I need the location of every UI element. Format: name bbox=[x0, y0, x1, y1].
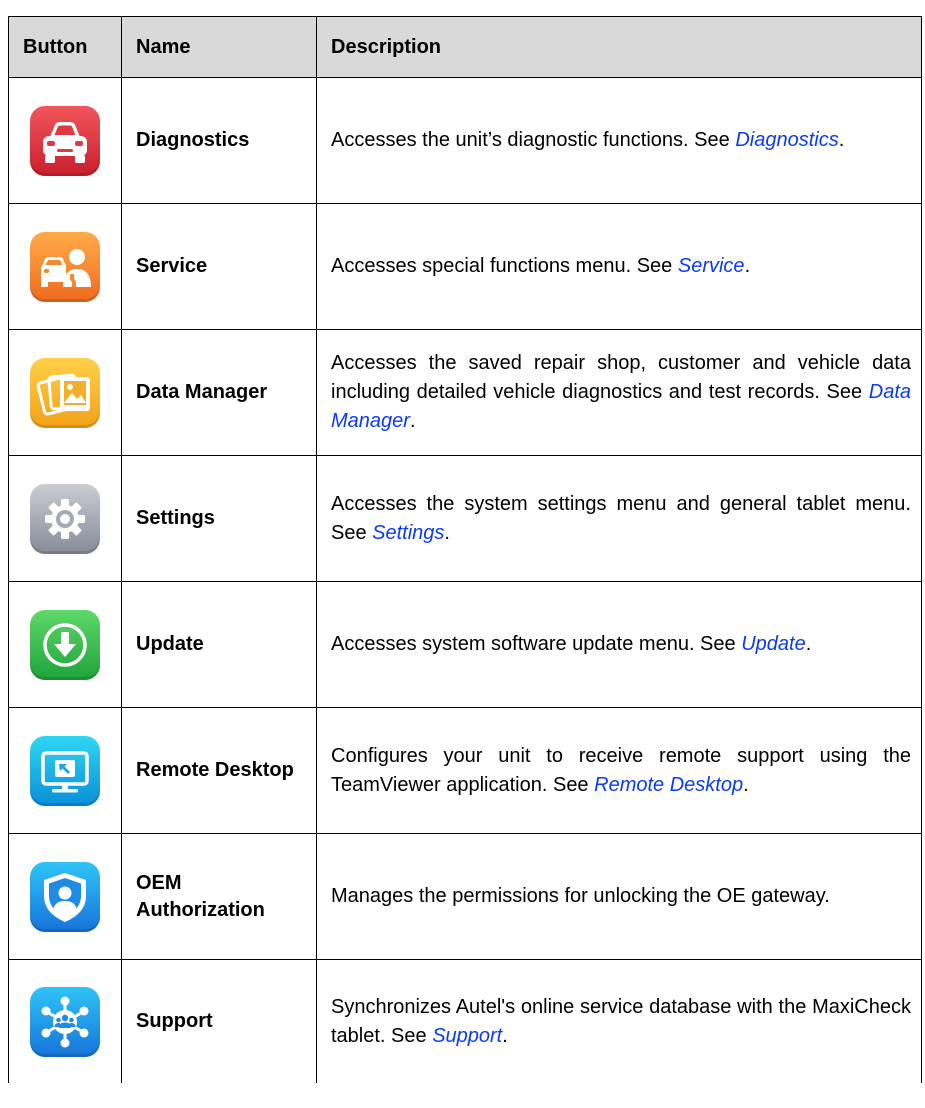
photo-files-icon[interactable] bbox=[30, 357, 100, 428]
settings-link[interactable]: Settings bbox=[372, 522, 444, 544]
row-description: Accesses the system settings menu and ge… bbox=[316, 455, 922, 582]
row-description: Manages the permissions for unlocking th… bbox=[316, 833, 922, 960]
table-row: Data Manager Accesses the saved repair s… bbox=[8, 329, 922, 456]
row-description: Accesses special functions menu. See Ser… bbox=[316, 203, 922, 330]
table-row: Service Accesses special functions menu.… bbox=[8, 203, 922, 330]
update-link[interactable]: Update bbox=[741, 633, 806, 655]
row-description: Accesses the unit’s diagnostic functions… bbox=[316, 77, 922, 204]
row-description: Synchronizes Autel's online service data… bbox=[316, 959, 922, 1083]
row-name: Remote Desktop bbox=[121, 707, 317, 834]
network-support-icon[interactable] bbox=[30, 986, 100, 1057]
remote-desktop-link[interactable]: Remote Desktop bbox=[594, 774, 743, 796]
support-link[interactable]: Support bbox=[432, 1025, 502, 1047]
row-description: Accesses system software update menu. Se… bbox=[316, 581, 922, 708]
download-arrow-icon[interactable] bbox=[30, 609, 100, 680]
car-service-technician-icon[interactable] bbox=[30, 231, 100, 302]
row-name: Diagnostics bbox=[121, 77, 317, 204]
car-icon[interactable] bbox=[30, 105, 100, 176]
row-name: Support bbox=[121, 959, 317, 1083]
table-row: Remote Desktop Configures your unit to r… bbox=[8, 707, 922, 834]
shield-user-icon[interactable] bbox=[30, 861, 100, 932]
table-row: OEM Authorization Manages the permission… bbox=[8, 833, 922, 960]
table-header-row: Button Name Description bbox=[8, 16, 922, 78]
row-name: Data Manager bbox=[121, 329, 317, 456]
table-row: Update Accesses system software update m… bbox=[8, 581, 922, 708]
gear-icon[interactable] bbox=[30, 483, 100, 554]
header-name: Name bbox=[121, 16, 317, 78]
header-description: Description bbox=[316, 16, 922, 78]
row-name: Service bbox=[121, 203, 317, 330]
table-row: Diagnostics Accesses the unit’s diagnost… bbox=[8, 77, 922, 204]
row-name: Update bbox=[121, 581, 317, 708]
table-row: Settings Accesses the system settings me… bbox=[8, 455, 922, 582]
remote-desktop-monitor-icon[interactable] bbox=[30, 735, 100, 806]
row-name: Settings bbox=[121, 455, 317, 582]
button-description-table: Button Name Description Diagnostics Acce… bbox=[8, 16, 922, 1083]
row-name: OEM Authorization bbox=[121, 833, 317, 960]
table-row: Support Synchronizes Autel's online serv… bbox=[8, 959, 922, 1083]
header-button: Button bbox=[8, 16, 122, 78]
service-link[interactable]: Service bbox=[678, 255, 745, 277]
row-description: Configures your unit to receive remote s… bbox=[316, 707, 922, 834]
diagnostics-link[interactable]: Diagnostics bbox=[735, 129, 838, 151]
row-description: Accesses the saved repair shop, customer… bbox=[316, 329, 922, 456]
